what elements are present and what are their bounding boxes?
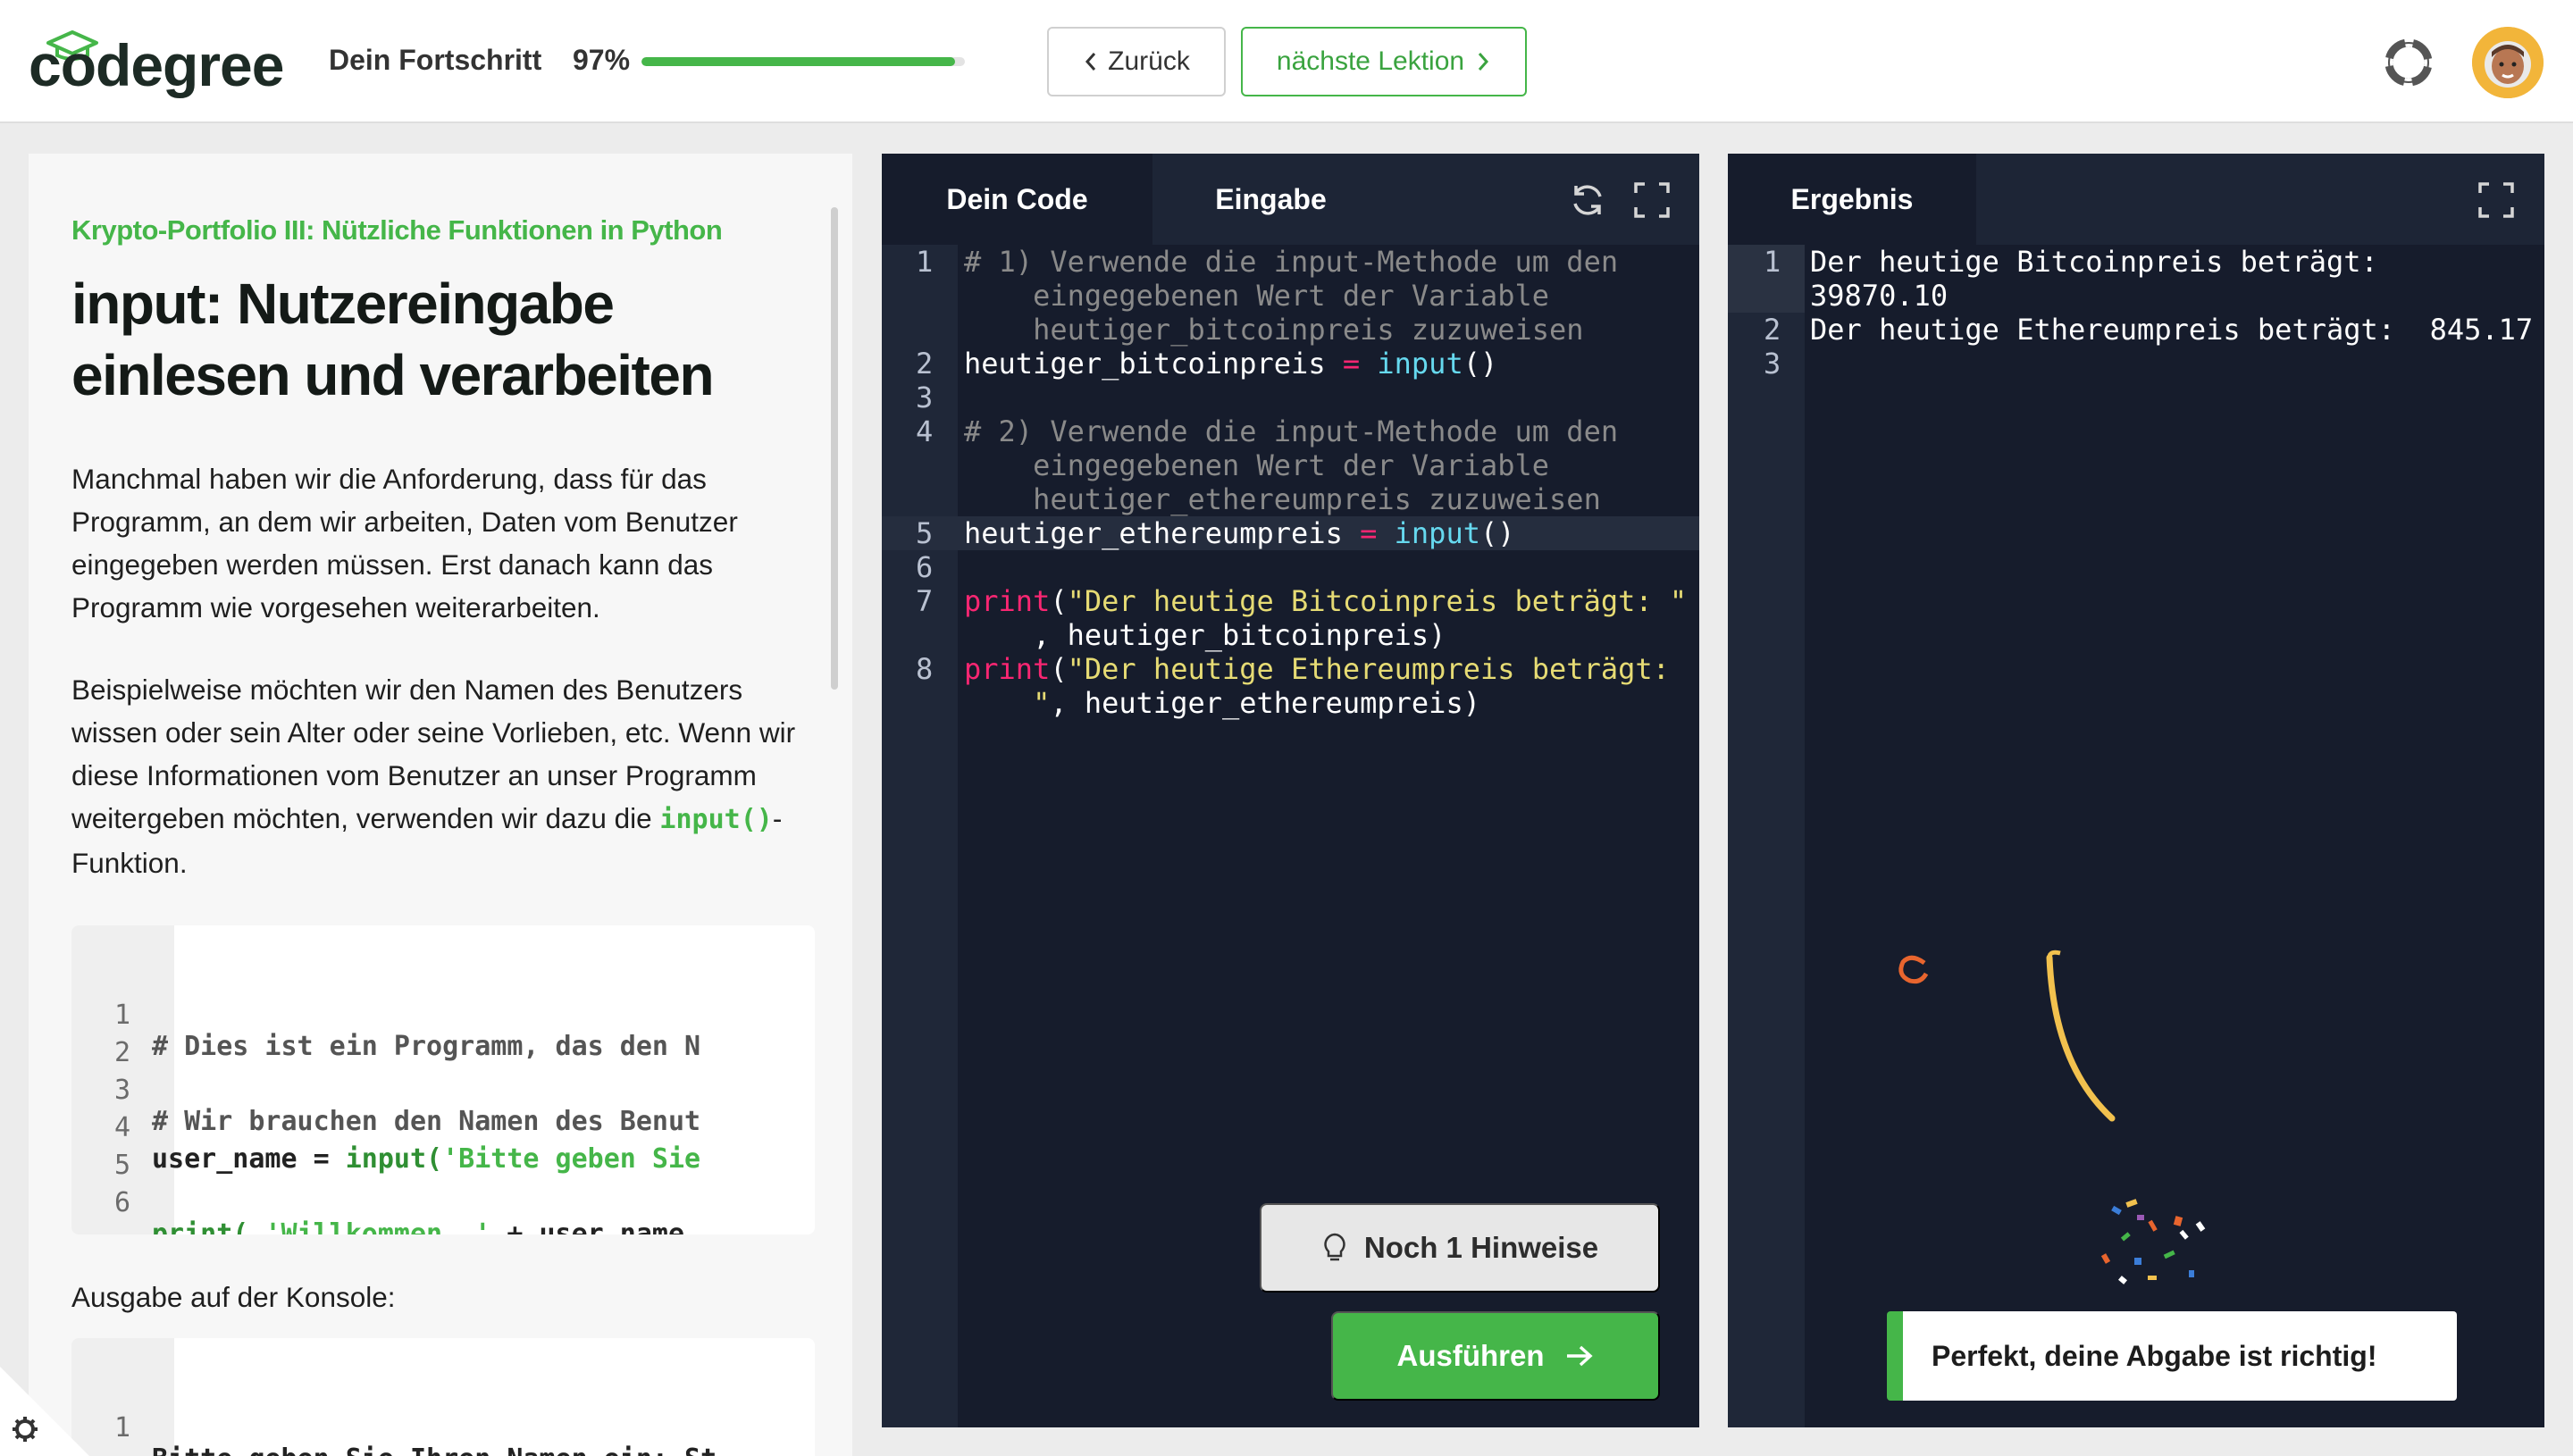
line-number: 1 [916,245,934,279]
progress-bar-fill [641,57,956,66]
line-number: 8 [916,652,934,686]
example-line: 2 [71,1006,168,1068]
line-number: 6 [114,1187,131,1218]
code-function: input [1377,516,1480,550]
success-toast: Perfekt, deine Abgabe ist richtig! [1887,1311,2457,1401]
code-comment[interactable]: eingegebenen Wert der Variable [964,448,1549,482]
codegree-logo[interactable]: codegree [29,29,284,100]
code-keyword: print [964,652,1051,686]
code-variable: heutiger_ethereumpreis [964,516,1361,550]
console-label: Ausgabe auf der Konsole: [71,1281,396,1313]
settings-corner[interactable] [0,1367,89,1456]
example-line: 5 [71,1118,168,1181]
astronaut-avatar-icon [2472,27,2544,98]
lesson-breadcrumb[interactable]: Krypto-Portfolio III: Nützliche Funktion… [71,214,723,247]
code-string: " [964,686,1051,720]
code-line-7[interactable]: print("Der heutige Bitcoinpreis beträgt:… [964,584,1687,618]
lifebuoy-icon[interactable] [2385,39,2432,86]
example-line: 3 # Wir brauchen den Namen des Benut [71,1043,700,1137]
code-comment[interactable]: heutiger_ethereumpreis zuzuweisen [964,482,1601,516]
example-comment: # Dies ist ein Programm, das den N [152,1031,701,1062]
code-parens: () [1463,347,1498,381]
chevron-right-icon [1478,53,1489,71]
next-lesson-label: nächste Lektion [1276,46,1465,76]
line-number: 5 [916,516,934,550]
run-button[interactable]: Ausführen [1331,1311,1660,1401]
back-button[interactable]: Zurück [1047,27,1226,96]
code-line-5[interactable]: heutiger_ethereumpreis = input() [964,516,1515,550]
chevron-left-icon [1085,53,1096,71]
arrow-right-icon [1566,1345,1593,1367]
code-editor-panel: Dein Code Eingabe 1 2 3 4 5 6 7 8 # 1) V… [882,154,1699,1427]
logo-text: codegree [29,32,284,98]
line-number: 7 [916,584,934,618]
example-line: 6 print( 'Willkommen, ' + user_name [71,1156,684,1234]
example-fn: print( [152,1218,265,1234]
code-comment[interactable]: heutiger_bitcoinpreis zuzuweisen [964,313,1584,347]
example-code-block: 1 # Dies ist ein Programm, das den N 2 3… [71,925,815,1234]
example-string: 'Bitte geben Sie [442,1143,701,1175]
back-button-label: Zurück [1108,46,1190,76]
code-continuation[interactable]: , heutiger_bitcoinpreis) [964,618,1446,652]
example-comment: # Wir brauchen den Namen des Benut [152,1106,701,1137]
code-string: "Der heutige Bitcoinpreis beträgt: " [1067,584,1688,618]
progress-percent: 97% [573,44,631,76]
example-line: 1 # Dies ist ein Programm, das den N [71,968,700,1062]
code-operator: = [1360,516,1378,550]
lesson-panel: Krypto-Portfolio III: Nützliche Funktion… [29,154,852,1456]
lesson-paragraph-2: Beispielweise möchten wir den Namen des … [71,668,822,884]
editor-tabs: Dein Code Eingabe [882,154,1699,245]
run-button-label: Ausführen [1396,1339,1545,1372]
example-rest: + user_name [490,1218,685,1234]
code-comment[interactable]: eingegebenen Wert der Variable [964,279,1549,313]
console-output-block: 1 Bitte geben Sie Ihren Namen ein: St [71,1338,815,1456]
inline-code-input: input() [659,804,773,835]
progress-label: Dein Fortschritt [329,44,542,76]
example-fn: input( [345,1143,443,1175]
example-line: 4 user_name = input('Bitte geben Sie [71,1081,700,1175]
tab-dein-code[interactable]: Dein Code [882,154,1152,245]
code-comment[interactable]: # 1) Verwende die input-Methode um den [964,245,1618,279]
example-string: 'Willkommen, ' [264,1218,491,1234]
tab-eingabe[interactable]: Eingabe [1152,154,1389,245]
example-code: print( 'Willkommen, ' + user_name [152,1218,684,1234]
code-paren: ( [1050,652,1068,686]
hint-button-label: Noch 1 Hinweise [1363,1231,1599,1264]
lightbulb-icon [1324,1233,1345,1261]
lesson-scrollbar[interactable] [831,207,838,690]
code-rest: , heutiger_ethereumpreis) [1050,686,1480,720]
console-text: Bitte geben Sie Ihren Namen ein: St [152,1443,717,1456]
user-avatar[interactable] [2472,27,2544,98]
code-continuation[interactable]: ", heutiger_ethereumpreis) [964,686,1480,720]
line-number: 1 [114,1412,131,1443]
next-lesson-button[interactable]: nächste Lektion [1241,27,1527,96]
progress-bar [641,57,965,66]
code-parens: () [1479,516,1515,550]
line-number: 2 [916,347,934,381]
line-number: 6 [916,550,934,584]
lesson-title: input: Nutzereingabe einlesen und verarb… [71,272,715,407]
example-code: user_name = input('Bitte geben Sie [152,1143,700,1175]
result-panel: Ergebnis 1 2 3 Der heutige Bitcoinpreis … [1728,154,2544,1427]
code-keyword: print [964,584,1051,618]
code-comment[interactable]: # 2) Verwende die input-Methode um den [964,414,1618,448]
refresh-icon[interactable] [1568,180,1607,220]
line-number: 3 [916,381,934,414]
top-bar: codegree Dein Fortschritt 97% Zurück näc… [0,0,2573,123]
code-string: "Der heutige Ethereumpreis beträgt: [1067,652,1670,686]
confetti-decoration [1898,950,2206,1284]
fullscreen-icon[interactable] [1632,180,1672,220]
code-function: input [1360,347,1463,381]
lesson-paragraph-1: Manchmal haben wir die Anforderung, dass… [71,463,738,623]
example-var: user_name = [152,1143,346,1175]
code-line-8[interactable]: print("Der heutige Ethereumpreis beträgt… [964,652,1670,686]
code-operator: = [1342,347,1361,381]
code-variable: heutiger_bitcoinpreis [964,347,1343,381]
code-paren: ( [1050,584,1068,618]
line-number: 4 [916,414,934,448]
hint-button[interactable]: Noch 1 Hinweise [1260,1203,1660,1293]
code-line-2[interactable]: heutiger_bitcoinpreis = input() [964,347,1497,381]
